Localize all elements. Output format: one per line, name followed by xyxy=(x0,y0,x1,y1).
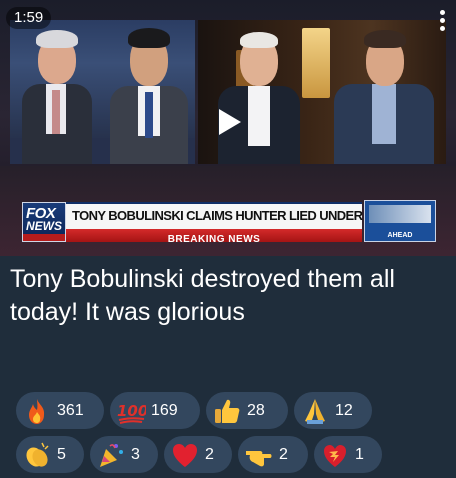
red-heart-icon xyxy=(173,443,197,467)
man-left-figure xyxy=(214,28,304,164)
reaction-count: 1 xyxy=(355,445,364,463)
logo-bottom-text: NEWS xyxy=(26,219,62,233)
pointing-hand-icon xyxy=(246,450,272,466)
reaction-heart[interactable]: 2 xyxy=(164,436,232,473)
chyron-headline-text: TONY BOBULINSKI CLAIMS HUNTER LIED UNDER… xyxy=(72,208,400,223)
exploding-heart-icon xyxy=(324,444,346,467)
video-player[interactable]: FOX NEWS TONY BOBULINSKI CLAIMS HUNTER L… xyxy=(0,0,456,256)
man-right-figure xyxy=(328,28,438,164)
fire-icon xyxy=(29,398,45,424)
video-right-panel xyxy=(198,20,446,164)
reaction-count: 2 xyxy=(279,445,288,463)
reaction-clapping[interactable]: 5 xyxy=(16,436,84,473)
message-text: Tony Bobulinski destroyed them all today… xyxy=(10,265,395,326)
folded-hands-icon xyxy=(305,398,325,424)
video-left-panel xyxy=(10,20,195,164)
reaction-count: 169 xyxy=(151,401,178,419)
reaction-thumbs-up[interactable]: 28 xyxy=(206,392,288,429)
reaction-party[interactable]: 3 xyxy=(90,436,158,473)
chyron-headline: TONY BOBULINSKI CLAIMS HUNTER LIED UNDER… xyxy=(66,202,400,229)
clapping-hands-icon xyxy=(26,442,49,467)
lamp-shape xyxy=(302,28,330,98)
chyron-breaking: BREAKING NEWS xyxy=(66,229,362,245)
party-popper-icon xyxy=(100,443,123,467)
fox-news-logo: FOX NEWS xyxy=(22,202,66,242)
guest-figure xyxy=(106,24,192,164)
more-options-icon[interactable] xyxy=(440,10,446,34)
reaction-fire[interactable]: 361 xyxy=(16,392,104,429)
ahead-box: AHEAD xyxy=(364,200,436,242)
video-duration-badge: 1:59 xyxy=(6,7,52,29)
ahead-label: AHEAD xyxy=(387,232,413,239)
message-card: FOX NEWS TONY BOBULINSKI CLAIMS HUNTER L… xyxy=(0,0,456,478)
reaction-count: 3 xyxy=(131,445,140,463)
reaction-count: 2 xyxy=(205,445,214,463)
reaction-hundred[interactable]: 100 169 xyxy=(110,392,200,429)
hundred-points-icon: 100 xyxy=(117,402,146,424)
reaction-count: 361 xyxy=(57,401,84,419)
reaction-pointing[interactable]: 2 xyxy=(238,436,308,473)
chyron-breaking-text: BREAKING NEWS xyxy=(167,234,261,245)
reaction-count: 12 xyxy=(335,401,353,419)
reaction-exploding-heart[interactable]: 1 xyxy=(314,436,382,473)
reaction-count: 28 xyxy=(247,401,265,419)
reaction-count: 5 xyxy=(57,445,66,463)
anchor-figure xyxy=(18,26,98,164)
reaction-folded-hands[interactable]: 12 xyxy=(294,392,372,429)
thumbs-up-icon xyxy=(215,399,240,423)
play-icon[interactable] xyxy=(210,104,246,140)
